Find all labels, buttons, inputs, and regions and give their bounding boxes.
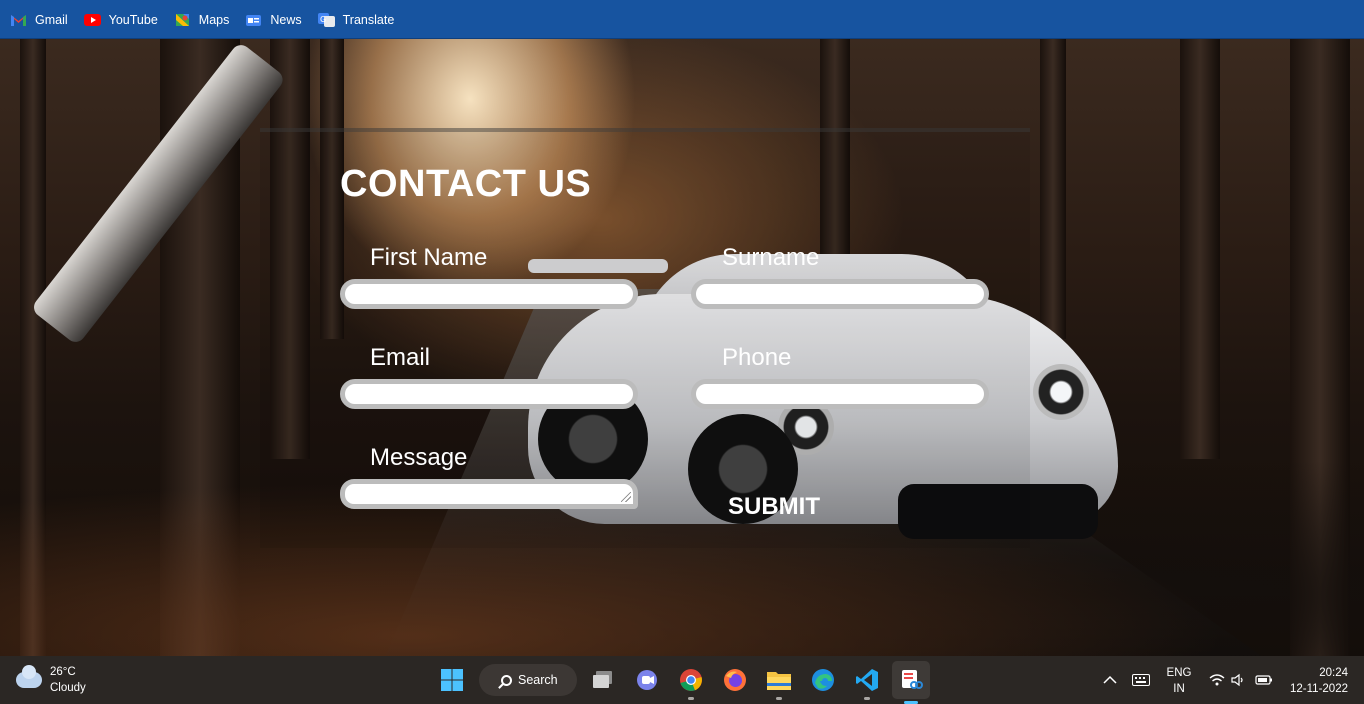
region-code: IN	[1173, 683, 1185, 695]
phone-input[interactable]	[691, 379, 989, 409]
bookmark-label: YouTube	[108, 12, 158, 27]
bookmark-label: Gmail	[35, 12, 68, 27]
volume-icon[interactable]	[1228, 665, 1248, 695]
weather-widget[interactable]: 26°C Cloudy	[16, 664, 86, 696]
bookmark-news[interactable]: News	[245, 9, 302, 31]
language-indicator[interactable]: ENG IN	[1160, 665, 1198, 697]
snipping-tool-icon[interactable]	[892, 661, 930, 704]
svg-text:G: G	[320, 15, 326, 24]
clock[interactable]: 20:24 12-11-2022	[1284, 665, 1348, 697]
submit-button[interactable]: SUBMIT	[728, 493, 820, 521]
taskbar-search-label: Search	[518, 673, 558, 687]
bookmark-maps[interactable]: Maps	[174, 9, 230, 31]
chrome-icon[interactable]	[676, 665, 706, 700]
email-label: Email	[370, 344, 431, 371]
gmail-icon	[10, 13, 27, 27]
battery-icon[interactable]	[1252, 665, 1276, 695]
bookmark-label: News	[270, 12, 302, 27]
language-code: ENG	[1166, 667, 1192, 679]
bookmark-translate[interactable]: G Translate	[317, 9, 395, 31]
clock-date: 12-11-2022	[1290, 683, 1348, 695]
phone-label: Phone	[722, 344, 792, 371]
email-input[interactable]	[340, 379, 638, 409]
bookmark-label: Translate	[342, 12, 395, 27]
edge-icon[interactable]	[808, 665, 838, 695]
message-label: Message	[370, 444, 468, 471]
weather-desc: Cloudy	[50, 682, 86, 694]
file-explorer-icon[interactable]	[764, 665, 794, 700]
youtube-icon	[83, 13, 101, 27]
surname-label: Surname	[722, 244, 820, 271]
page-title: CONTACT US	[340, 163, 592, 205]
vscode-icon[interactable]	[852, 665, 882, 700]
bookmark-label: Maps	[198, 12, 230, 27]
windows-start-icon[interactable]	[437, 665, 467, 695]
bookmark-youtube[interactable]: YouTube	[83, 9, 158, 31]
message-textarea[interactable]	[340, 479, 638, 509]
taskbar-search-button[interactable]: Search	[479, 664, 577, 696]
search-icon	[501, 674, 512, 686]
keyboard-icon[interactable]	[1128, 665, 1154, 695]
firefox-icon[interactable]	[720, 665, 750, 695]
clock-time: 20:24	[1319, 667, 1348, 679]
first-name-label: First Name	[370, 244, 488, 271]
first-name-input[interactable]	[340, 279, 638, 309]
maps-icon	[174, 13, 191, 27]
surname-input[interactable]	[691, 279, 989, 309]
weather-temp: 26°C	[50, 666, 76, 678]
wifi-icon[interactable]	[1206, 665, 1228, 695]
chat-icon[interactable]	[632, 665, 662, 695]
taskbar: 26°C Cloudy Search ENG IN 20:24 12-11-20…	[0, 656, 1364, 704]
bookmark-gmail[interactable]: Gmail	[10, 9, 68, 31]
news-icon	[245, 13, 262, 27]
bookmarks-bar: Gmail YouTube Maps News G Translate	[0, 0, 1364, 39]
task-view-icon[interactable]	[588, 665, 618, 695]
cloud-icon	[16, 665, 42, 688]
translate-icon: G	[317, 12, 335, 27]
chevron-up-icon[interactable]	[1098, 665, 1122, 695]
